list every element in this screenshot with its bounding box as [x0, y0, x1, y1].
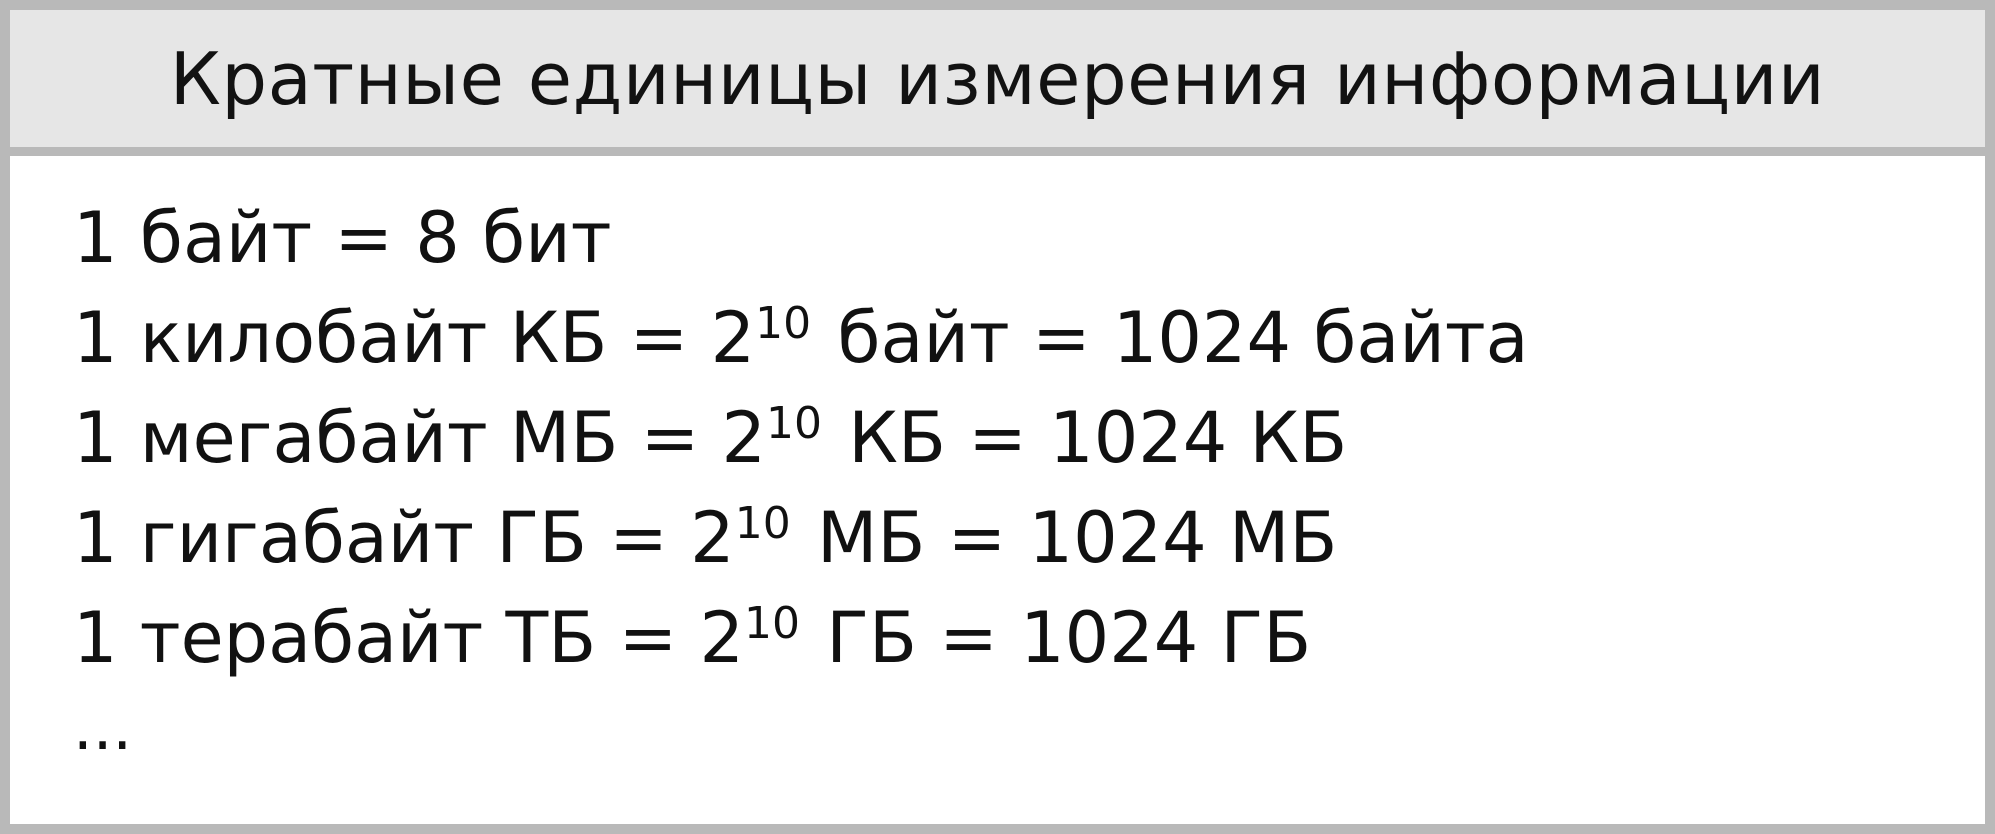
unit-line-suffix: МБ = 1024 МБ: [794, 497, 1338, 579]
exponent: 10: [766, 398, 823, 449]
exponent: 10: [755, 298, 812, 349]
unit-line-kilobyte: 1 килобайт КБ = 210 байт = 1024 байта: [73, 288, 1953, 388]
exponent: 10: [744, 598, 801, 649]
unit-line-gigabyte: 1 гигабайт ГБ = 210 МБ = 1024 МБ: [73, 488, 1953, 588]
unit-line-prefix: 1 гигабайт ГБ = 2: [73, 497, 735, 579]
unit-line-suffix: КБ = 1024 КБ: [826, 397, 1348, 479]
info-card: Кратные единицы измерения информации 1 б…: [0, 0, 1995, 834]
unit-line-prefix: 1 килобайт КБ = 2: [73, 297, 756, 379]
unit-line-prefix: 1 мегабайт МБ = 2: [73, 397, 767, 479]
page-title: Кратные единицы измерения информации: [169, 36, 1826, 121]
unit-line-megabyte: 1 мегабайт МБ = 210 КБ = 1024 КБ: [73, 388, 1953, 488]
units-list: 1 байт = 8 бит 1 килобайт КБ = 210 байт …: [73, 188, 1953, 768]
unit-line-suffix: байт = 1024 байта: [815, 297, 1529, 379]
unit-line-byte: 1 байт = 8 бит: [73, 188, 1953, 288]
exponent: 10: [734, 498, 791, 549]
continuation-ellipsis: ...: [73, 691, 133, 764]
unit-line-terabyte: 1 терабайт ТБ = 210 ГБ = 1024 ГБ: [73, 588, 1953, 688]
unit-line-prefix: 1 терабайт ТБ = 2: [73, 597, 745, 679]
unit-line-text: 1 байт = 8 бит: [73, 197, 612, 279]
card-header: Кратные единицы измерения информации: [10, 10, 1985, 156]
unit-line-suffix: ГБ = 1024 ГБ: [804, 597, 1312, 679]
